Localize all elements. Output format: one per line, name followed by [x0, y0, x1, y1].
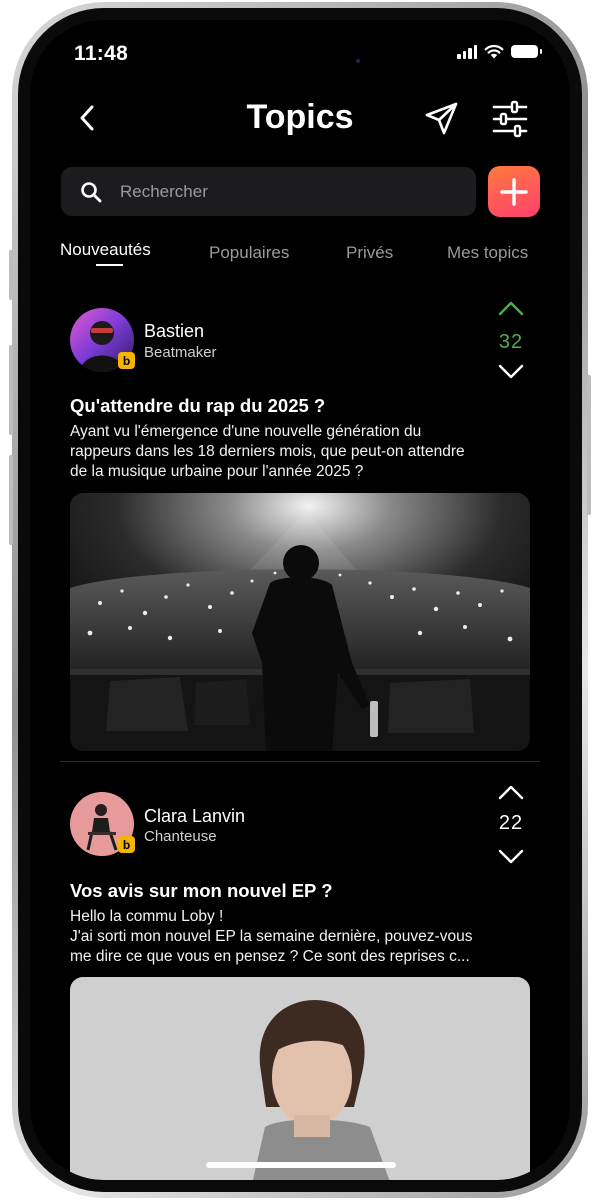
post-title[interactable]: Vos avis sur mon nouvel EP ? [70, 880, 333, 902]
app-screen: 11:48 Topics Rechercher Nouveautés Popul… [30, 20, 570, 1180]
post-excerpt-line: rappeurs dans les 18 derniers mois, que … [70, 443, 465, 460]
active-tab-indicator [96, 264, 123, 266]
phone-volume-up [9, 345, 13, 435]
post-title[interactable]: Qu'attendre du rap du 2025 ? [70, 395, 325, 417]
topic-tabs: Nouveautés Populaires Privés Mes topics [30, 240, 570, 280]
sliders-icon [492, 100, 528, 138]
author-role: Beatmaker [144, 344, 217, 361]
cellular-signal-icon [457, 44, 477, 59]
chevron-down-icon[interactable] [498, 848, 524, 866]
verified-badge-icon: b [118, 352, 135, 369]
tab-prives[interactable]: Privés [346, 243, 393, 263]
tab-mes-topics[interactable]: Mes topics [447, 243, 528, 263]
paper-plane-icon [425, 102, 458, 135]
plus-icon [500, 177, 528, 206]
vote-count: 32 [498, 331, 524, 353]
post-divider [60, 761, 540, 762]
add-topic-button[interactable] [488, 166, 540, 217]
status-indicators [457, 44, 542, 59]
post-excerpt[interactable]: Hello la commu Loby ! J'ai sorti mon nou… [70, 907, 530, 967]
vote-count: 22 [498, 812, 524, 834]
post-excerpt-line: de la musique urbaine pour l'année 2025 … [70, 463, 364, 480]
post-image-concert[interactable] [70, 493, 530, 751]
post-excerpt-line: Ayant vu l'émergence d'une nouvelle géné… [70, 423, 422, 440]
phone-silent-switch [9, 250, 13, 300]
phone-volume-down [9, 455, 13, 545]
post-excerpt-line: Hello la commu Loby ! [70, 908, 224, 925]
search-icon [81, 181, 102, 202]
post-excerpt-line: me dire ce que vous en pensez ? Ce sont … [70, 948, 470, 965]
post-excerpt[interactable]: Ayant vu l'émergence d'une nouvelle géné… [70, 422, 530, 482]
send-button[interactable] [423, 100, 461, 138]
status-time: 11:48 [74, 42, 129, 65]
battery-icon [511, 45, 542, 58]
chevron-up-icon[interactable] [498, 783, 524, 801]
search-bar[interactable] [61, 167, 476, 216]
front-camera [356, 59, 360, 63]
filter-button[interactable] [490, 100, 530, 138]
tab-nouveautes[interactable]: Nouveautés [60, 240, 151, 260]
page-title: Topics [246, 98, 354, 136]
verified-badge-icon: b [118, 836, 135, 853]
author-name[interactable]: Clara Lanvin [144, 806, 245, 827]
tab-populaires[interactable]: Populaires [209, 243, 289, 263]
chevron-up-icon[interactable] [498, 299, 524, 317]
search-input[interactable] [120, 181, 420, 202]
author-name[interactable]: Bastien [144, 321, 204, 342]
post-image-portrait[interactable] [70, 977, 530, 1180]
chevron-down-icon[interactable] [498, 363, 524, 381]
author-role: Chanteuse [144, 828, 217, 845]
post-excerpt-line: J'ai sorti mon nouvel EP la semaine dern… [70, 928, 473, 945]
phone-power-button [587, 375, 591, 515]
wifi-icon [484, 44, 504, 59]
home-indicator[interactable] [206, 1162, 396, 1168]
